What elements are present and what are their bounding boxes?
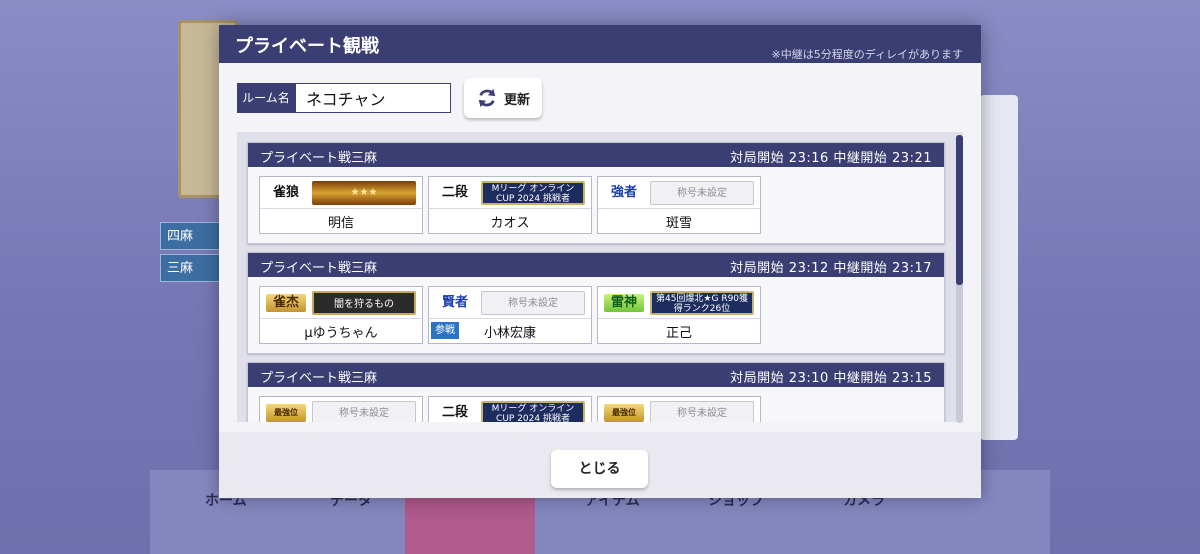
title-badge: 闇を狩るもの [312,291,416,315]
title-badge: 第45回爆北★G R90獲得ランク26位 [650,291,754,315]
match-name: プライベート戦三麻 [260,151,378,166]
modal-title: プライベート観戦 [235,36,379,57]
title-badge: 称号未設定 [481,291,585,315]
player-name: 斑雪 [665,216,692,231]
rank-badge: 賢者 [441,295,468,310]
match-times: 対局開始 23:16 中継開始 23:21 [730,151,932,166]
match-name: プライベート戦三麻 [260,261,378,276]
scroll-thumb[interactable] [956,135,963,285]
match-name: プライベート戦三麻 [260,371,378,386]
rank-badge: 雀杰 [266,294,306,312]
refresh-label: 更新 [503,92,530,108]
match-list[interactable]: プライベート戦三麻 対局開始 23:16 中継開始 23:21 雀狼 ★★★ 明… [237,132,963,422]
player-slot[interactable]: 二段 Mリーグ オンラインCUP 2024 挑戦者 [428,396,592,422]
rank-badge: 雷神 [604,294,644,312]
player-slot[interactable]: 雷神 第45回爆北★G R90獲得ランク26位 正己 [597,286,761,344]
player-name: 明信 [327,216,354,231]
rank-badge: 最強位 Lv.2 [266,404,306,422]
player-slot[interactable]: 雀杰 闇を狩るもの μゆうちゃん [259,286,423,344]
player-slot[interactable]: 雀狼 ★★★ 明信 [259,176,423,234]
rank-badge: 雀狼 [272,185,299,200]
refresh-icon [478,88,496,108]
room-name-input[interactable] [295,83,451,113]
room-label: ルーム名 [237,83,295,113]
match-header: プライベート戦三麻 対局開始 23:12 中継開始 23:17 [248,253,944,277]
list-scrollbar[interactable] [956,135,963,423]
player-slot[interactable]: 二段 Mリーグ オンラインCUP 2024 挑戦者 カオス [428,176,592,234]
title-badge: 称号未設定 [312,401,416,422]
match-card[interactable]: プライベート戦三麻 対局開始 23:12 中継開始 23:17 雀杰 闇を狩るも… [247,252,945,354]
player-slot[interactable]: 最強位 Lv.2 称号未設定 [259,396,423,422]
rank-badge: 二段 [441,405,468,420]
match-times: 対局開始 23:10 中継開始 23:15 [730,371,932,386]
mode-sanma-tab[interactable]: 三麻 [160,254,220,282]
close-button[interactable]: とじる [551,450,648,488]
refresh-button[interactable]: 更新 [464,78,542,118]
player-slot[interactable]: 最強位 Lv.1 称号未設定 [597,396,761,422]
rank-badge: 最強位 Lv.1 [604,404,644,422]
title-badge: ★★★ [312,181,416,205]
player-slot[interactable]: 賢者 称号未設定 参戦 小林宏康 [428,286,592,344]
rank-badge: 強者 [610,185,637,200]
modal-header: プライベート観戦 ※中継は5分程度のディレイがあります [219,25,981,63]
rank-badge: 二段 [441,185,468,200]
player-name: μゆうちゃん [304,326,378,341]
player-slot[interactable]: 強者 称号未設定 斑雪 [597,176,761,234]
match-header: プライベート戦三麻 対局開始 23:16 中継開始 23:21 [248,143,944,167]
match-header: プライベート戦三麻 対局開始 23:10 中継開始 23:15 [248,363,944,387]
title-badge: Mリーグ オンラインCUP 2024 挑戦者 [481,181,585,205]
match-times: 対局開始 23:12 中継開始 23:17 [730,261,932,276]
title-badge: Mリーグ オンラインCUP 2024 挑戦者 [481,401,585,422]
title-badge: 称号未設定 [650,401,754,422]
match-card[interactable]: プライベート戦三麻 対局開始 23:16 中継開始 23:21 雀狼 ★★★ 明… [247,142,945,244]
player-name: 小林宏康 [483,326,536,341]
match-card[interactable]: プライベート戦三麻 対局開始 23:10 中継開始 23:15 最強位 Lv.2… [247,362,945,422]
player-name: カオス [490,216,530,231]
delay-note: ※中継は5分程度のディレイがあります [771,48,963,61]
mode-yonma-tab[interactable]: 四麻 [160,222,220,250]
right-panel-bg [980,95,1018,440]
private-watch-modal: プライベート観戦 ※中継は5分程度のディレイがあります ルーム名 更新 プライベ… [219,25,981,498]
player-name: 正己 [665,326,692,341]
title-badge: 称号未設定 [650,181,754,205]
